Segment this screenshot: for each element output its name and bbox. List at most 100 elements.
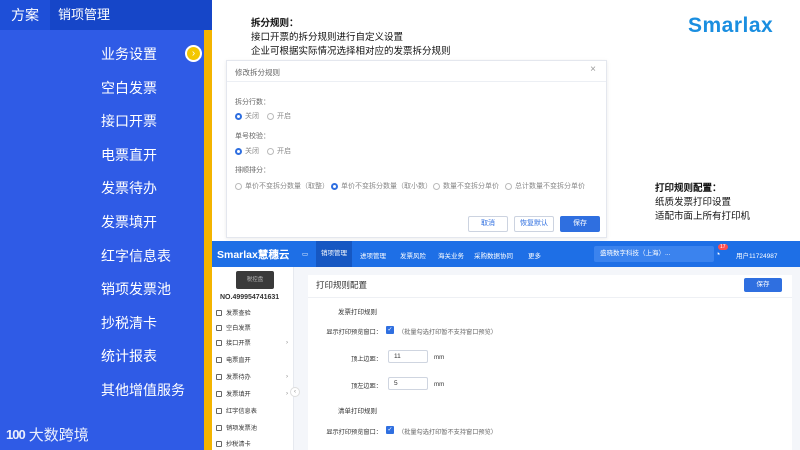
split-rows-on-radio[interactable]: 开启 (267, 111, 291, 121)
radio-label: 单价不变拆分数量（取小数） (341, 183, 432, 190)
app-header: Smarlax慧穗云 ▭ 销项管理 进项管理 发票风险 海关业务 采购数据协同 … (212, 241, 800, 267)
side-item-label: 发票查验 (226, 310, 251, 317)
side-item-label: 发票填开 (226, 391, 251, 398)
radio-icon (235, 147, 242, 155)
side-item-label: 发票待办 (226, 374, 251, 381)
print-rule-line: 纸质发票打印设置 (655, 197, 732, 208)
nav-item-red-info[interactable]: 红字信息表 (50, 240, 203, 274)
tab-sales[interactable]: 销项管理 (316, 241, 352, 267)
split-rule-line: 接口开票的拆分规则进行自定义设置 (251, 32, 404, 43)
app-logo: Smarlax慧穗云 (217, 249, 290, 261)
split-rule-dialog: 修改拆分规则 × 拆分行数： 关闭 开启 单号校验： 关闭 开启 排顺排分： 单… (226, 60, 607, 238)
print-rule-title: 打印规则配置： (655, 183, 722, 194)
top-margin-label: 顶上边距： (351, 356, 382, 363)
logo-mark: 100 (6, 427, 26, 442)
divider (308, 297, 792, 298)
radio-label: 关闭 (245, 148, 259, 155)
split-rows-off-radio[interactable]: 关闭 (235, 111, 259, 121)
doc-icon (216, 373, 222, 380)
unit-check-label: 单号校验： (235, 133, 270, 140)
nav-item-tax-copy[interactable]: 抄税清卡 (50, 307, 203, 341)
reset-default-button[interactable]: 恢复默认 (514, 216, 554, 232)
unit-check-off-radio[interactable]: 关闭 (235, 146, 259, 156)
doc-icon (216, 407, 222, 414)
company-logo: 100 大数跨境 (6, 424, 89, 445)
sort-option-radio[interactable]: 单价不变拆分数量（取整） (235, 181, 329, 191)
sort-option-radio[interactable]: 总计数量不变拆分单价 (505, 181, 585, 191)
tax-device-image: 税控盘 (236, 271, 274, 289)
chevron-right-icon: › (285, 339, 288, 346)
tab-risk[interactable]: 发票风险 (400, 250, 426, 260)
radio-icon (267, 112, 274, 120)
nav-item-business-settings[interactable]: 业务设置 (50, 38, 203, 72)
show-preview-label: 显示打印预览窗口： (326, 329, 382, 336)
side-item-todo[interactable]: 发票待办 › (216, 372, 292, 381)
side-item-tax-copy[interactable]: 抄税清卡 (216, 439, 292, 448)
doc-icon (216, 440, 222, 447)
nav-item-invoice-fill[interactable]: 发票填开 (50, 206, 203, 240)
tab-input[interactable]: 进项管理 (360, 250, 386, 260)
app-window: Smarlax慧穗云 ▭ 销项管理 进项管理 发票风险 海关业务 采购数据协同 … (212, 241, 800, 450)
print-config-panel: 打印规则配置 保存 发票打印规则 显示打印预览窗口： ✓ （批量勾选打印暂不支持… (308, 275, 792, 450)
side-item-check[interactable]: 发票查验 (216, 308, 292, 317)
left-margin-label: 顶左边距： (351, 383, 382, 390)
side-item-e-invoice[interactable]: 电票直开 (216, 355, 292, 364)
section-invoice-print: 发票打印规则 (338, 309, 377, 316)
tab-sales-management[interactable]: 销项管理 (50, 0, 212, 30)
radio-icon (235, 112, 242, 120)
nav-item-statistics[interactable]: 统计报表 (50, 340, 203, 374)
side-item-fill[interactable]: 发票填开 › (216, 389, 292, 398)
nav-item-invoice-todo[interactable]: 发票待办 (50, 172, 203, 206)
user-menu[interactable]: 用户11724987 (736, 250, 777, 260)
save-button[interactable]: 保存 (560, 216, 600, 232)
app-sidebar: 税控盘 NO.499954741631 发票查验 空白发票 接口开票 › 电票直开… (212, 267, 294, 450)
doc-icon (216, 390, 222, 397)
chevron-right-icon: › (285, 373, 288, 380)
collapse-sidebar-icon[interactable]: ‹ (290, 387, 300, 397)
nav-item-blank-invoice[interactable]: 空白发票 (50, 72, 203, 106)
tab-more[interactable]: 更多 (528, 250, 541, 260)
show-preview-hint-2: （批量勾选打印暂不支持窗口预览） (398, 429, 497, 436)
sort-option-radio[interactable]: 单价不变拆分数量（取小数） (331, 181, 432, 191)
nav-item-sales-pool[interactable]: 销项发票池 (50, 273, 203, 307)
sort-option-radio[interactable]: 数量不变拆分单价 (433, 181, 499, 191)
device-number[interactable]: NO.499954741631 (220, 294, 279, 301)
side-item-label: 抄税清卡 (226, 441, 251, 448)
tab-procurement[interactable]: 采购数据协同 (474, 250, 513, 260)
radio-label: 关闭 (245, 113, 259, 120)
show-preview-checkbox[interactable]: ✓ (386, 326, 394, 334)
side-item-label: 空白发票 (226, 325, 251, 332)
radio-label: 单价不变拆分数量（取整） (245, 183, 329, 190)
monitor-icon[interactable]: ▭ (302, 250, 308, 258)
side-item-red[interactable]: 红字信息表 (216, 406, 292, 415)
arrow-right-circle-icon: › (185, 45, 202, 62)
bell-icon[interactable]: ◔ (715, 249, 720, 259)
accent-strip (204, 30, 212, 450)
section-list-print: 清单打印规则 (338, 408, 377, 415)
cancel-button[interactable]: 取消 (468, 216, 508, 232)
left-panel: 方案 销项管理 业务设置 空白发票 接口开票 电票直开 发票待办 发票填开 红字… (0, 0, 212, 450)
nav-item-e-invoice-direct[interactable]: 电票直开 (50, 139, 203, 173)
dialog-title: 修改拆分规则 (235, 68, 280, 77)
left-margin-input[interactable]: 5 (388, 377, 428, 390)
side-item-label: 红字信息表 (226, 408, 257, 415)
doc-icon (216, 324, 222, 331)
tab-customs[interactable]: 海关业务 (438, 250, 464, 260)
notification-badge: 17 (718, 244, 728, 250)
tab-fangan[interactable]: 方案 (0, 0, 50, 30)
page-title: 打印规则配置 (316, 280, 368, 290)
side-item-blank[interactable]: 空白发票 (216, 323, 292, 332)
top-margin-input[interactable]: 11 (388, 350, 428, 363)
doc-icon (216, 424, 222, 431)
save-button[interactable]: 保存 (744, 278, 782, 292)
nav-item-interface-invoicing[interactable]: 接口开票 (50, 105, 203, 139)
unit-check-on-radio[interactable]: 开启 (267, 146, 291, 156)
close-icon[interactable]: × (590, 64, 596, 75)
show-preview-checkbox-2[interactable]: ✓ (386, 426, 394, 434)
side-item-interface[interactable]: 接口开票 › (216, 338, 292, 347)
side-item-pool[interactable]: 销项发票池 (216, 423, 292, 432)
nav-item-other-services[interactable]: 其他增值服务 (50, 374, 203, 408)
company-select[interactable]: 盛晓数字科技（上海）... (594, 246, 714, 262)
radio-label: 开启 (277, 113, 291, 120)
radio-icon (235, 182, 242, 190)
